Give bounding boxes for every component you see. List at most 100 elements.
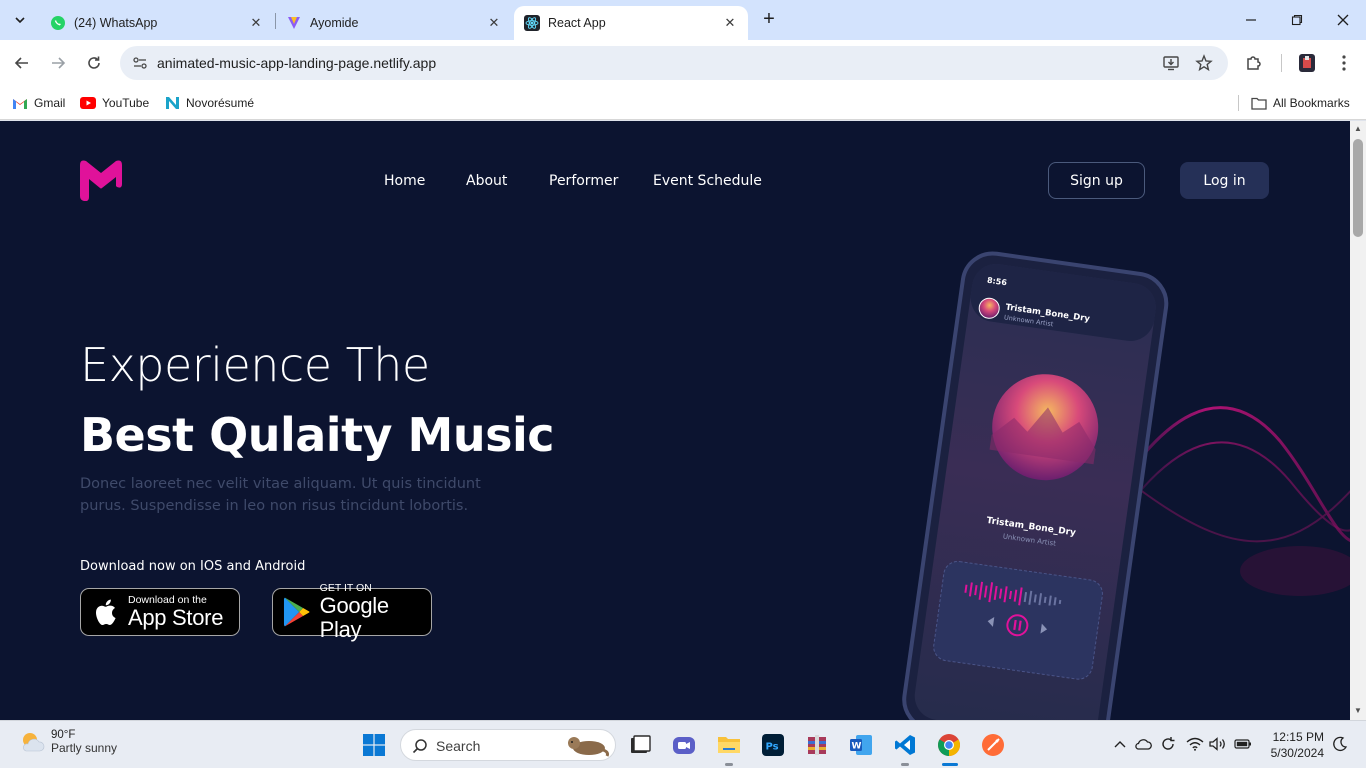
taskbar-search-box[interactable]: Search xyxy=(400,729,616,761)
google-play-icon xyxy=(283,597,310,627)
speaker-icon xyxy=(1209,737,1225,751)
app-store-big-text: App Store xyxy=(128,604,224,630)
wifi-status[interactable] xyxy=(1186,735,1204,753)
photoshop-button[interactable]: Ps xyxy=(757,729,789,761)
reload-icon xyxy=(88,56,100,69)
minimize-button[interactable] xyxy=(1239,8,1263,32)
close-tab-icon[interactable]: ✕ xyxy=(722,15,738,31)
all-bookmarks-button[interactable]: All Bookmarks xyxy=(1251,93,1350,113)
nav-performer[interactable]: Performer xyxy=(549,173,618,189)
restore-button[interactable] xyxy=(1285,8,1309,32)
profile-button[interactable] xyxy=(1296,52,1318,74)
chevron-up-icon xyxy=(1114,741,1126,748)
sync-status[interactable] xyxy=(1159,735,1177,753)
tab-whatsapp[interactable]: (24) WhatsApp ✕ xyxy=(40,6,274,40)
gmail-icon xyxy=(12,95,28,111)
app-store-button[interactable]: Download on the App Store xyxy=(80,588,240,636)
battery-icon xyxy=(1234,739,1251,749)
postman-button[interactable] xyxy=(977,729,1009,761)
word-button[interactable]: W xyxy=(845,729,877,761)
forward-button[interactable] xyxy=(46,51,70,75)
bookmark-youtube[interactable]: YouTube xyxy=(80,93,149,113)
nav-about[interactable]: About xyxy=(466,173,507,189)
login-button[interactable]: Log in xyxy=(1180,162,1269,199)
bookmark-star-icon[interactable] xyxy=(1195,54,1213,72)
extensions-button[interactable] xyxy=(1243,52,1265,74)
weather-widget[interactable]: 90°F Partly sunny xyxy=(18,729,117,755)
apple-icon xyxy=(96,599,116,625)
app-store-small-text: Download on the xyxy=(128,593,207,606)
windows-logo-icon xyxy=(363,734,385,756)
page-scrollbar[interactable]: ▲ ▼ xyxy=(1350,121,1366,720)
site-settings-icon[interactable] xyxy=(132,55,148,71)
download-label: Download now on IOS and Android xyxy=(80,559,306,574)
volume-status[interactable] xyxy=(1209,735,1227,753)
weather-temp: 90°F xyxy=(51,729,76,741)
file-explorer-button[interactable] xyxy=(713,729,745,761)
svg-text:W: W xyxy=(852,742,862,752)
tab-ayomide[interactable]: Ayomide ✕ xyxy=(276,6,512,40)
photoshop-icon: Ps xyxy=(762,734,784,756)
tab-strip: (24) WhatsApp ✕ Ayomide ✕ React App ✕ + xyxy=(0,0,1366,40)
arrow-right-icon xyxy=(52,57,66,69)
show-hidden-icons-button[interactable] xyxy=(1111,735,1129,753)
reload-button[interactable] xyxy=(82,51,106,75)
tab-search-button[interactable] xyxy=(8,8,32,32)
postman-icon xyxy=(982,734,1004,756)
url-text[interactable]: animated-music-app-landing-page.netlify.… xyxy=(157,55,436,71)
winrar-button[interactable] xyxy=(801,729,833,761)
search-label: Search xyxy=(436,738,481,754)
bookmarks-divider xyxy=(1238,95,1239,111)
search-highlight-otter-icon xyxy=(568,737,609,757)
notifications-button[interactable] xyxy=(1331,735,1349,753)
brand-logo[interactable] xyxy=(80,159,122,201)
task-view-button[interactable] xyxy=(624,729,656,761)
nav-home[interactable]: Home xyxy=(384,173,425,189)
bookmark-gmail[interactable]: Gmail xyxy=(12,93,65,113)
chrome-icon xyxy=(938,734,960,756)
close-tab-icon[interactable]: ✕ xyxy=(248,15,264,31)
whatsapp-icon xyxy=(51,16,65,30)
install-app-icon[interactable] xyxy=(1162,54,1180,72)
folder-icon xyxy=(718,737,740,753)
close-window-button[interactable] xyxy=(1331,8,1355,32)
vscode-icon xyxy=(895,735,915,755)
more-vertical-icon xyxy=(1342,55,1346,71)
bookmark-novoresume[interactable]: Novorésumé xyxy=(164,93,254,113)
start-button[interactable] xyxy=(358,729,390,761)
clock-time: 12:15 PM xyxy=(1272,730,1324,744)
battery-status[interactable] xyxy=(1234,735,1252,753)
bookmarks-bar: Gmail YouTube Novorésumé All Bookmarks xyxy=(0,86,1366,120)
google-play-button[interactable]: GET IT ON Google Play xyxy=(272,582,432,641)
back-button[interactable] xyxy=(10,51,34,75)
tab-react-app[interactable]: React App ✕ xyxy=(514,6,748,40)
scrollbar-thumb[interactable] xyxy=(1353,139,1363,237)
bookmark-label: Gmail xyxy=(34,96,66,110)
scroll-down-icon[interactable]: ▼ xyxy=(1353,706,1363,716)
chrome-menu-button[interactable] xyxy=(1333,52,1355,74)
partly-sunny-icon xyxy=(23,733,45,752)
chevron-down-icon xyxy=(15,17,25,24)
google-play-small-text: GET IT ON xyxy=(319,581,372,594)
vscode-button[interactable] xyxy=(889,729,921,761)
v-logo-icon xyxy=(288,17,300,29)
browser-toolbar: animated-music-app-landing-page.netlify.… xyxy=(0,40,1366,86)
running-indicator xyxy=(901,763,909,766)
new-tab-button[interactable]: + xyxy=(758,9,780,31)
onedrive-status[interactable] xyxy=(1134,735,1152,753)
address-bar[interactable]: animated-music-app-landing-page.netlify.… xyxy=(120,46,1228,80)
nav-event-schedule[interactable]: Event Schedule xyxy=(653,173,762,189)
signup-button[interactable]: Sign up xyxy=(1048,162,1145,199)
cloud-icon xyxy=(1135,739,1152,750)
folder-icon xyxy=(1251,95,1267,111)
system-clock[interactable]: 12:15 PM 5/30/2024 xyxy=(1262,729,1324,761)
hero-description: Donec laoreet nec velit vitae aliquam. U… xyxy=(80,476,481,514)
windows-taskbar: 90°F Partly sunny Search Ps W 12:15 PM 5… xyxy=(0,720,1366,768)
chrome-button[interactable] xyxy=(933,729,965,761)
word-icon: W xyxy=(850,735,872,755)
google-play-big-text: Google Play xyxy=(319,592,389,642)
close-tab-icon[interactable]: ✕ xyxy=(486,15,502,31)
all-bookmarks-label: All Bookmarks xyxy=(1273,96,1350,110)
scroll-up-icon[interactable]: ▲ xyxy=(1353,124,1363,134)
teams-meet-button[interactable] xyxy=(668,729,700,761)
